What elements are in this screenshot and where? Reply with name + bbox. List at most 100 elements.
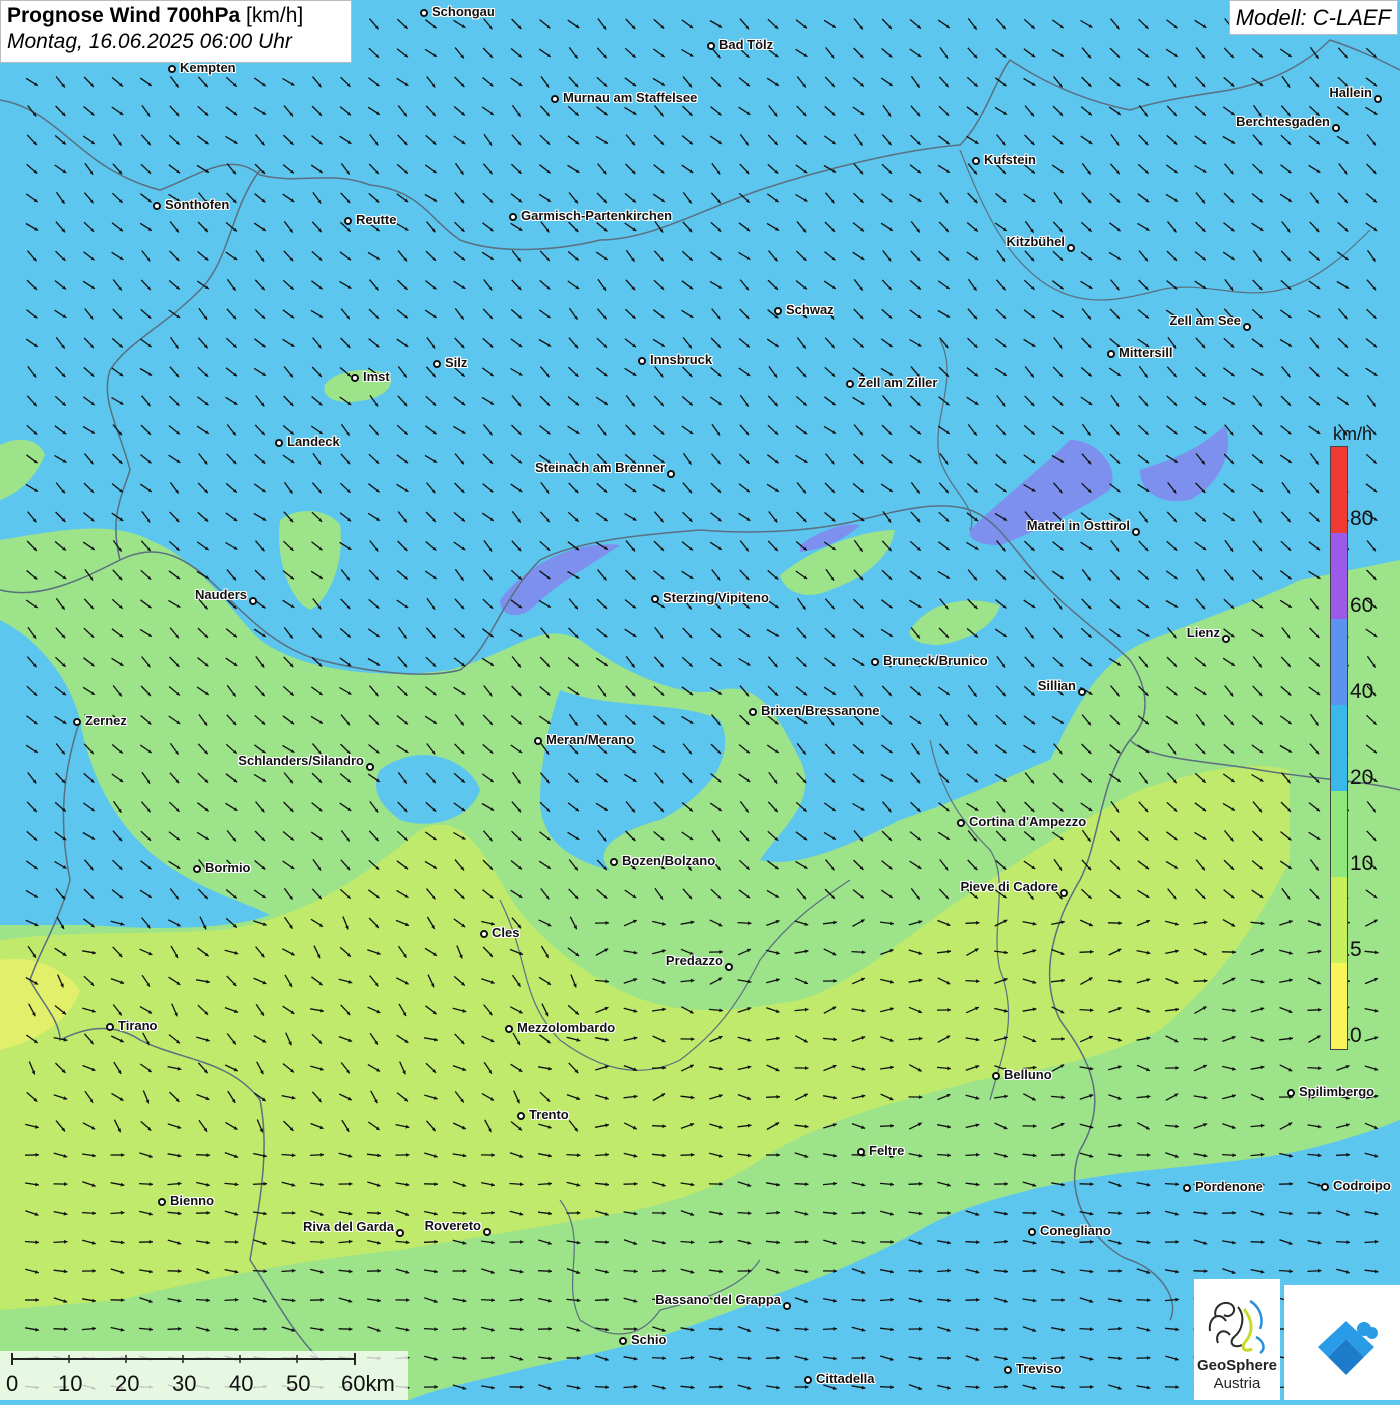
scale-ticks — [0, 1351, 408, 1371]
scale-label-50: 50 — [286, 1371, 310, 1397]
city-marker — [153, 202, 161, 210]
legend-label-80: 80 — [1350, 507, 1373, 531]
city-marker — [610, 858, 618, 866]
city-marker — [957, 819, 965, 827]
geosphere-logo[interactable]: GeoSphere Austria — [1194, 1279, 1280, 1400]
logo-name: GeoSphere — [1194, 1357, 1280, 1374]
city-label: Bienno — [170, 1193, 214, 1208]
city-label: Nauders — [195, 587, 247, 602]
title-line: Prognose Wind 700hPa [km/h] — [7, 4, 345, 28]
city-marker — [846, 380, 854, 388]
legend-colorbar — [1330, 446, 1348, 1050]
city-marker — [1060, 889, 1068, 897]
city-label: Treviso — [1016, 1361, 1062, 1376]
legend-segment-40 — [1331, 619, 1347, 705]
city-marker — [707, 42, 715, 50]
legend-segment-10 — [1331, 791, 1347, 877]
legend-label-10: 10 — [1350, 852, 1373, 876]
city-label: Tirano — [118, 1018, 158, 1033]
city-label: Predazzo — [666, 953, 723, 968]
city-label: Sillian — [1038, 678, 1076, 693]
city-label: Berchtesgaden — [1236, 114, 1330, 129]
city-marker — [1067, 244, 1075, 252]
city-label: Pordenone — [1195, 1179, 1263, 1194]
city-marker — [366, 763, 374, 771]
city-marker — [1222, 635, 1230, 643]
city-marker — [638, 357, 646, 365]
city-label: Garmisch-Partenkirchen — [521, 208, 672, 223]
city-label: Feltre — [869, 1143, 904, 1158]
city-label: Sonthofen — [165, 197, 229, 212]
city-label: Bassano del Grappa — [655, 1292, 781, 1307]
legend-segment-60 — [1331, 533, 1347, 619]
city-label: Pieve di Cadore — [960, 879, 1058, 894]
city-label: Trento — [529, 1107, 569, 1122]
city-marker — [804, 1376, 812, 1384]
legend-segment-5 — [1331, 877, 1347, 963]
city-marker — [774, 307, 782, 315]
city-marker — [783, 1302, 791, 1310]
app-logo[interactable] — [1284, 1285, 1400, 1400]
city-label: Kufstein — [984, 152, 1036, 167]
legend-segment-0 — [1331, 963, 1347, 1049]
city-label: Bruneck/Brunico — [883, 653, 988, 668]
city-marker — [1332, 124, 1340, 132]
city-label: Cittadella — [816, 1371, 875, 1386]
legend-label-40: 40 — [1350, 680, 1373, 704]
city-marker — [158, 1198, 166, 1206]
city-marker — [106, 1023, 114, 1031]
city-label: Codroipo — [1333, 1178, 1391, 1193]
city-label: Riva del Garda — [303, 1219, 394, 1234]
city-marker — [420, 9, 428, 17]
city-marker — [168, 65, 176, 73]
city-marker — [667, 470, 675, 478]
city-marker — [509, 213, 517, 221]
city-marker — [1374, 95, 1382, 103]
city-marker — [992, 1072, 1000, 1080]
city-marker — [1321, 1183, 1329, 1191]
city-marker — [1107, 350, 1115, 358]
city-label: Silz — [445, 355, 467, 370]
city-label: Zell am See — [1169, 313, 1241, 328]
city-label: Schongau — [432, 4, 495, 19]
city-marker — [551, 95, 559, 103]
scale-label-0: 0 — [6, 1371, 18, 1397]
city-marker — [1078, 688, 1086, 696]
city-marker — [972, 157, 980, 165]
city-label: Spilimbergo — [1299, 1084, 1374, 1099]
scale-bar: 0 10 20 30 40 50 60km — [0, 1351, 408, 1400]
scale-label-60: 60km — [341, 1371, 395, 1397]
city-marker — [344, 217, 352, 225]
city-label: Schwaz — [786, 302, 834, 317]
city-label: Sterzing/Vipiteno — [663, 590, 769, 605]
city-label: Meran/Merano — [546, 732, 634, 747]
city-label: Schlanders/Silandro — [238, 753, 364, 768]
city-marker — [1004, 1366, 1012, 1374]
legend-unit: km/h — [1333, 424, 1372, 445]
city-label: Cortina d'Ampezzo — [969, 814, 1086, 829]
city-marker — [351, 374, 359, 382]
city-marker — [1183, 1184, 1191, 1192]
city-label: Steinach am Brenner — [535, 460, 665, 475]
city-marker — [749, 708, 757, 716]
title-main: Prognose Wind 700hPa — [7, 4, 240, 27]
legend-label-0: 0 — [1350, 1024, 1362, 1048]
city-marker — [651, 595, 659, 603]
city-label: Innsbruck — [650, 352, 712, 367]
forecast-datetime: Montag, 16.06.2025 06:00 Uhr — [7, 30, 345, 54]
legend-segment-80 — [1331, 447, 1347, 533]
city-label: Imst — [363, 369, 390, 384]
scale-label-10: 10 — [58, 1371, 82, 1397]
city-marker — [534, 737, 542, 745]
scale-label-20: 20 — [115, 1371, 139, 1397]
city-label: Kitzbühel — [1007, 234, 1066, 249]
city-label: Murnau am Staffelsee — [563, 90, 697, 105]
logo-sub: Austria — [1194, 1375, 1280, 1392]
city-marker — [249, 597, 257, 605]
title-unit: [km/h] — [246, 4, 303, 27]
city-label: Lienz — [1187, 625, 1220, 640]
city-marker — [1028, 1228, 1036, 1236]
city-label: Mezzolombardo — [517, 1020, 615, 1035]
legend-label-5: 5 — [1350, 938, 1362, 962]
city-marker — [396, 1229, 404, 1237]
